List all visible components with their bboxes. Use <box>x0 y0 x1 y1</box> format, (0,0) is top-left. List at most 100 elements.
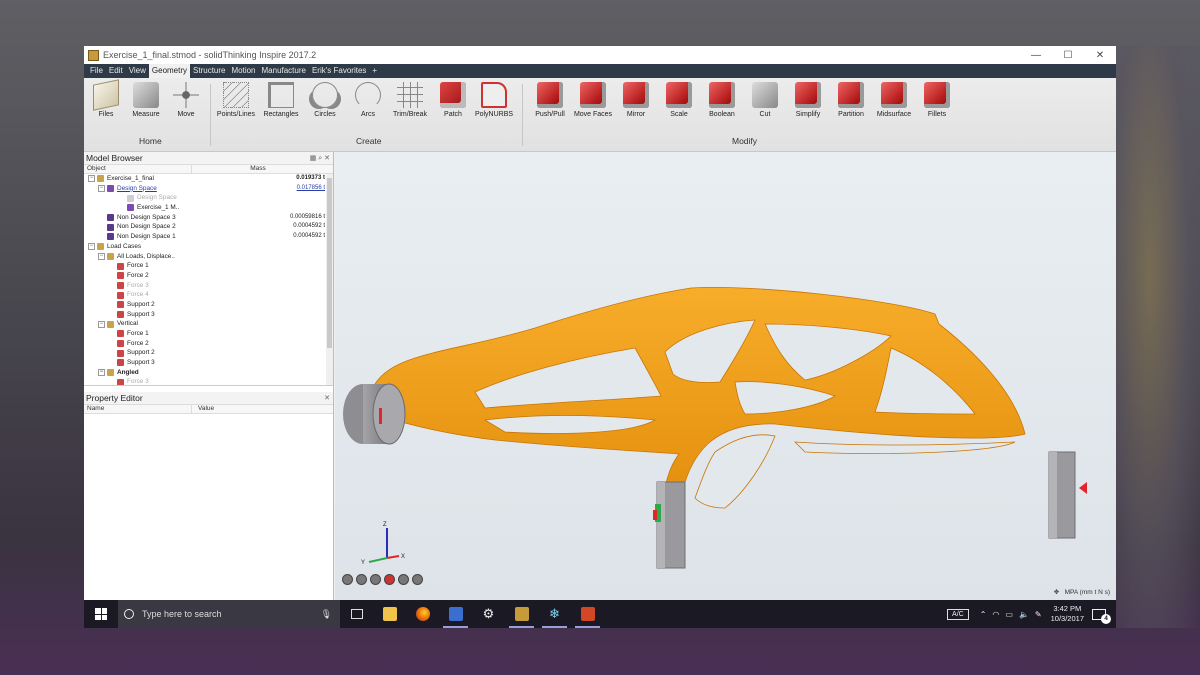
tree-row[interactable]: Force 3 <box>84 377 333 385</box>
tool-trim-break[interactable]: Trim/Break <box>390 82 430 118</box>
volume-icon[interactable]: 🔈 <box>1019 610 1029 619</box>
tree-row-label: Angled <box>117 368 139 376</box>
menu-favorites[interactable]: Erik's Favorites <box>309 64 369 78</box>
scrollbar-thumb[interactable] <box>327 178 332 348</box>
tree-row[interactable]: − Load Cases <box>84 242 333 252</box>
battery-icon[interactable]: ▭ <box>1005 610 1013 619</box>
tree-row[interactable]: Force 2 <box>84 271 333 281</box>
column-value[interactable]: Value <box>192 405 324 413</box>
tree-row[interactable]: Support 2 <box>84 348 333 358</box>
close-button[interactable]: ✕ <box>1084 50 1116 61</box>
add-ribbon-button[interactable]: + <box>369 64 380 78</box>
tool-circles[interactable]: Circles <box>305 82 345 118</box>
tree-row-label: Force 3 <box>127 281 149 289</box>
tree-row[interactable]: Force 4 <box>84 290 333 300</box>
tree-row[interactable]: Support 3 <box>84 310 333 320</box>
tree-row[interactable]: Non Design Space 1 0.0004592 t <box>84 232 333 242</box>
firefox-button[interactable] <box>406 600 439 628</box>
tree-row[interactable]: − All Loads, Displace.. <box>84 252 333 262</box>
powerpoint-button[interactable] <box>571 600 604 628</box>
menu-structure[interactable]: Structure <box>190 64 228 78</box>
tree-row[interactable]: Support 3 <box>84 358 333 368</box>
panel-options-icon[interactable]: ▦ ⌕ ✕ <box>310 154 333 163</box>
tree-row[interactable]: Non Design Space 2 0.0004592 t <box>84 222 333 232</box>
view-fit-icon[interactable] <box>384 574 395 585</box>
pen-icon[interactable]: ✎ <box>1035 610 1042 619</box>
wifi-icon[interactable]: ◠ <box>992 610 999 619</box>
tree-row[interactable]: − Design Space 0.017856 t <box>84 184 333 194</box>
tool-mirror[interactable]: Mirror <box>616 82 656 118</box>
tree-row[interactable]: Support 2 <box>84 300 333 310</box>
folder-icon <box>97 175 104 183</box>
column-object[interactable]: Object <box>84 165 192 173</box>
menu-manufacture[interactable]: Manufacture <box>259 64 309 78</box>
tree-row[interactable]: Force 1 <box>84 261 333 271</box>
action-center-icon[interactable]: 4 <box>1092 608 1111 624</box>
tree-row[interactable]: Design Space <box>84 193 333 203</box>
title-bar[interactable]: Exercise_1_final.stmod - solidThinking I… <box>84 46 1116 64</box>
microphone-icon[interactable]: 🎙 <box>321 609 332 620</box>
tool-polynurbs[interactable]: PolyNURBS <box>474 82 514 118</box>
tool-boolean[interactable]: Boolean <box>702 82 742 118</box>
tool-measure[interactable]: Measure <box>126 82 166 118</box>
tool-move[interactable]: Move <box>166 82 206 118</box>
view-reset-icon[interactable] <box>412 574 423 585</box>
view-pan-icon[interactable] <box>356 574 367 585</box>
menu-view[interactable]: View <box>126 64 149 78</box>
tool-fillets[interactable]: Fillets <box>917 82 957 118</box>
tool-move-faces[interactable]: Move Faces <box>573 82 613 118</box>
tree-row[interactable]: − Angled <box>84 368 333 378</box>
collapse-icon[interactable]: − <box>88 175 95 183</box>
settings-button[interactable]: ⚙ <box>472 600 505 628</box>
tool-push-pull[interactable]: Push/Pull <box>530 82 570 118</box>
tool-simplify[interactable]: Simplify <box>788 82 828 118</box>
inspire-app-button[interactable] <box>505 600 538 628</box>
view-orbit-icon[interactable] <box>342 574 353 585</box>
tool-arcs[interactable]: Arcs <box>348 82 388 118</box>
tree-row[interactable]: − Vertical <box>84 319 333 329</box>
clock[interactable]: 3:42 PM 10/3/2017 <box>1051 604 1084 624</box>
keyboard-layout[interactable]: A/C <box>947 608 969 620</box>
tool-partition[interactable]: Partition <box>831 82 871 118</box>
tool-scale[interactable]: Scale <box>659 82 699 118</box>
tree-row[interactable]: Force 2 <box>84 339 333 349</box>
menu-file[interactable]: File <box>87 64 106 78</box>
view-cube-icon[interactable] <box>370 574 381 585</box>
file-explorer-button[interactable] <box>373 600 406 628</box>
maximize-button[interactable]: ☐ <box>1052 50 1084 61</box>
save-app-button[interactable] <box>439 600 472 628</box>
tool-cut[interactable]: Cut <box>745 82 785 118</box>
tree-scrollbar[interactable] <box>326 174 333 385</box>
snowflake-app-button[interactable]: ❄ <box>538 600 571 628</box>
tool-midsurface[interactable]: Midsurface <box>874 82 914 118</box>
tree-row[interactable]: Force 3 <box>84 281 333 291</box>
menu-edit[interactable]: Edit <box>106 64 126 78</box>
collapse-icon[interactable]: − <box>98 185 105 193</box>
menu-geometry[interactable]: Geometry <box>148 64 191 78</box>
column-name[interactable]: Name <box>84 405 192 413</box>
collapse-icon[interactable]: − <box>98 369 105 377</box>
tool-points-lines[interactable]: Points/Lines <box>216 82 256 118</box>
collapse-icon[interactable]: − <box>98 252 105 260</box>
view-zoom-icon[interactable] <box>398 574 409 585</box>
tool-rectangles[interactable]: Rectangles <box>261 82 301 118</box>
tree-row[interactable]: Force 1 <box>84 329 333 339</box>
tree-row[interactable]: Exercise_1 M.. <box>84 203 333 213</box>
menu-motion[interactable]: Motion <box>228 64 258 78</box>
start-button[interactable] <box>84 600 118 628</box>
collapse-icon[interactable]: − <box>98 320 105 328</box>
task-view-button[interactable] <box>340 600 373 628</box>
tool-patch[interactable]: Patch <box>433 82 473 118</box>
collapse-icon[interactable]: − <box>88 243 95 251</box>
model-canvas[interactable]: Z Y X <box>335 152 1116 600</box>
3d-viewport[interactable]: Z Y X <box>335 152 1116 600</box>
chevron-up-icon[interactable]: ⌃ <box>980 610 987 619</box>
panel-close-icon[interactable]: ✕ <box>324 394 333 402</box>
unit-system-status[interactable]: ✥ MPA (mm t N s) <box>335 588 1116 600</box>
taskbar-search[interactable]: Type here to search 🎙 <box>118 600 340 628</box>
tree-row[interactable]: − Exercise_1_final 0.019373 t <box>84 174 333 184</box>
tree-row[interactable]: Non Design Space 3 0.00059816 t <box>84 213 333 223</box>
column-mass[interactable]: Mass <box>192 165 324 173</box>
tool-files[interactable]: Files <box>86 79 126 118</box>
minimize-button[interactable]: — <box>1020 50 1052 61</box>
